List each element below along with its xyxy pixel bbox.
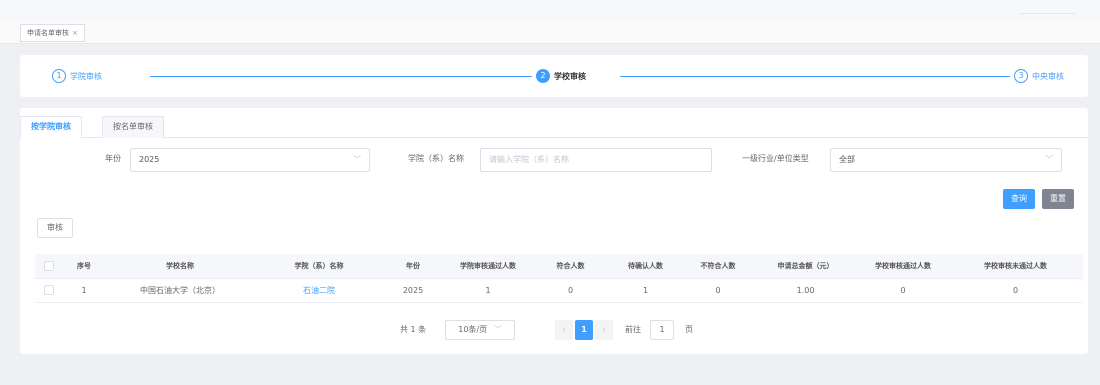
tab-by-list[interactable]: 按名单审核	[102, 116, 164, 138]
goto-label: 前往	[625, 325, 641, 334]
step-central: 3 中央审核	[1010, 67, 1068, 85]
column-header: 年份	[383, 254, 443, 279]
cell-eligible: 0	[533, 278, 608, 303]
step-label-2: 学校审核	[554, 71, 586, 81]
page-tab-label: 申请名单审核	[27, 29, 69, 37]
industry-value: 全部	[839, 155, 855, 164]
tab-by-college[interactable]: 按学院审核	[20, 116, 82, 139]
cell-college-link[interactable]: 石油二院	[255, 278, 383, 303]
college-name-input[interactable]: 请输入学院（系）名称	[480, 148, 712, 172]
chevron-right-icon: ›	[602, 325, 606, 334]
goto-suffix: 页	[685, 325, 693, 334]
chevron-down-icon: ﹀	[1045, 155, 1053, 164]
query-button[interactable]: 查询	[1003, 189, 1035, 209]
cell-year: 2025	[383, 278, 443, 303]
step-number-2: 2	[536, 69, 550, 83]
pagination-total: 共 1 条	[400, 325, 427, 334]
table-row: 1 中国石油大学（北京） 石油二院 2025 1 0 1 0 1.00 0 0	[35, 278, 1083, 303]
column-header: 申请总金额（元）	[753, 254, 858, 279]
steps-card: 1 学院审核 2 学校审核 3 中央审核	[20, 55, 1088, 97]
column-header: 序号	[63, 254, 105, 279]
cell-index: 1	[63, 278, 105, 303]
step-school: 2 学校审核	[532, 67, 590, 85]
cell-school-passed: 0	[858, 278, 948, 303]
close-icon[interactable]: ×	[72, 29, 78, 37]
step-label-1: 学院审核	[70, 71, 102, 81]
chevron-down-icon: ﹀	[353, 155, 361, 164]
column-header: 学校名称	[105, 254, 255, 279]
main-card: 按学院审核 按名单审核 年份 2025 ﹀ 学院（系）名称 请输入学院（系）名称…	[20, 108, 1088, 354]
column-header: 学校审核未通过人数	[948, 254, 1083, 279]
page-tab-review[interactable]: 申请名单审核 ×	[20, 24, 85, 42]
page-tabs-bar: 申请名单审核 ×	[0, 22, 1100, 44]
school-review-table: 序号 学校名称 学院（系）名称 年份 学院审核通过人数 符合人数 待确认人数 不…	[35, 254, 1083, 303]
college-name-label: 学院（系）名称	[408, 154, 464, 163]
step-number-3: 3	[1014, 69, 1028, 83]
column-header: 待确认人数	[608, 254, 683, 279]
reset-button[interactable]: 重置	[1042, 189, 1074, 209]
cell-ineligible: 0	[683, 278, 753, 303]
cell-pending: 1	[608, 278, 683, 303]
top-bar	[0, 0, 1100, 22]
chevron-left-icon: ‹	[562, 325, 566, 334]
year-select[interactable]: 2025 ﹀	[130, 148, 370, 172]
prev-page-button[interactable]: ‹	[555, 320, 573, 340]
year-label: 年份	[105, 154, 121, 163]
goto-page-input[interactable]: 1	[650, 320, 674, 340]
college-name-placeholder: 请输入学院（系）名称	[489, 155, 569, 164]
column-header: 符合人数	[533, 254, 608, 279]
mode-tabs: 按学院审核 按名单审核	[20, 108, 1088, 139]
top-right-decoration	[1020, 6, 1075, 14]
column-header: 学校审核通过人数	[858, 254, 948, 279]
cell-school-failed: 0	[948, 278, 1083, 303]
year-value: 2025	[139, 155, 160, 164]
page-number-button[interactable]: 1	[575, 320, 593, 340]
step-college: 1 学院审核	[48, 67, 106, 85]
page-size-value: 10条/页	[458, 325, 488, 334]
cell-school: 中国石油大学（北京）	[105, 278, 255, 303]
step-connector-2	[620, 76, 1010, 77]
step-number-1: 1	[52, 69, 66, 83]
select-all-checkbox[interactable]	[35, 254, 63, 279]
step-label-3: 中央审核	[1032, 71, 1064, 81]
page-size-select[interactable]: 10条/页 ﹀	[445, 320, 515, 340]
row-checkbox[interactable]	[35, 278, 63, 303]
industry-label: 一级行业/单位类型	[742, 154, 809, 163]
cell-amount: 1.00	[753, 278, 858, 303]
step-connector-1	[150, 76, 540, 77]
column-header: 不符合人数	[683, 254, 753, 279]
audit-button[interactable]: 审核	[37, 218, 73, 238]
cell-college-passed: 1	[443, 278, 533, 303]
chevron-down-icon: ﹀	[493, 325, 502, 334]
column-header: 学院（系）名称	[255, 254, 383, 279]
column-header: 学院审核通过人数	[443, 254, 533, 279]
table-header-row: 序号 学校名称 学院（系）名称 年份 学院审核通过人数 符合人数 待确认人数 不…	[35, 254, 1083, 279]
next-page-button[interactable]: ›	[595, 320, 613, 340]
industry-select[interactable]: 全部 ﹀	[830, 148, 1062, 172]
